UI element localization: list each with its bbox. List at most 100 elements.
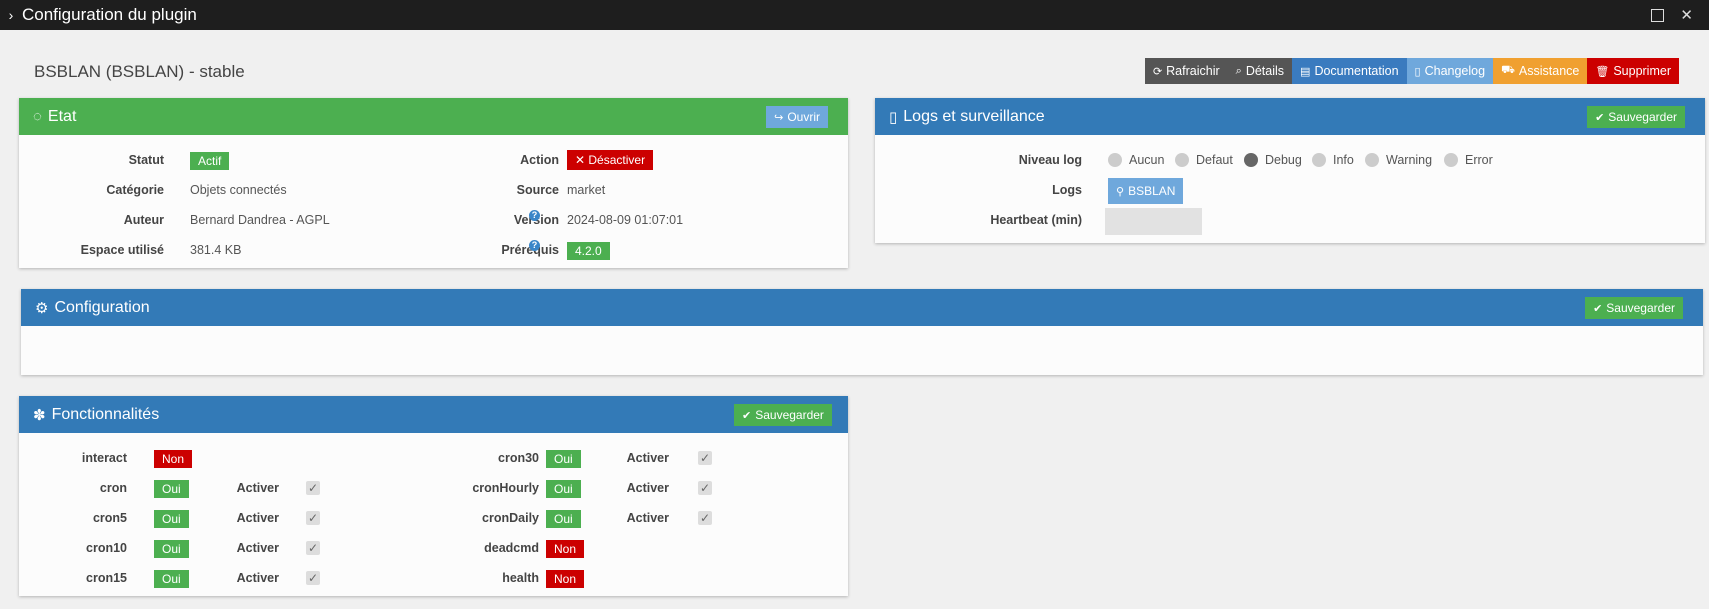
log-level-label: Error [1465,153,1493,167]
puzzle-icon: ✽ [33,406,46,424]
activer-checkbox[interactable]: ✓ [306,541,320,555]
window-titlebar: › Configuration du plugin ✕ [0,0,1709,30]
feature-name: deadcmd [484,541,539,555]
activer-checkbox[interactable]: ✓ [306,571,320,585]
feature-name: cronHourly [472,481,539,495]
activer-label: Activer [626,511,669,525]
logs-label: Logs [1052,183,1082,197]
etat-panel-header: ◌ Etat ↪ Ouvrir [19,98,848,135]
refresh-icon: ⟳ [1152,65,1163,78]
activer-label: Activer [236,511,279,525]
activer-label: Activer [626,451,669,465]
feature-status-badge: Non [154,450,193,468]
categorie-label: Catégorie [106,183,164,197]
fonctionnalites-panel: ✽ Fonctionnalités ✔ Sauvegarder interact … [19,396,848,596]
ambulance-icon: ⛟ [1501,64,1515,76]
window-controls: ✕ [1651,0,1709,30]
help-icon[interactable]: ? [529,240,540,251]
feature-name: cron15 [86,571,127,585]
fonctionnalites-panel-header: ✽ Fonctionnalités ✔ Sauvegarder [19,396,848,433]
fonctionnalites-title: Fonctionnalités [51,405,160,423]
configuration-panel: ⚙ Configuration ✔ Sauvegarder [21,289,1703,375]
activer-checkbox[interactable]: ✓ [698,481,712,495]
auteur-value: Bernard Dandrea - AGPL [190,213,330,227]
spinner-icon: ◌ [33,108,42,125]
logs-title: Logs et surveillance [903,107,1045,125]
maximize-icon[interactable] [1651,8,1665,22]
activer-checkbox[interactable]: ✓ [306,511,320,525]
feature-status-badge: Oui [154,540,189,558]
statut-label: Statut [128,153,164,167]
prerequis-badge: 4.2.0 [567,242,610,260]
activer-checkbox[interactable]: ✓ [698,511,712,525]
log-level-defaut-radio[interactable] [1175,153,1189,167]
espace-value: 381.4 KB [190,243,242,257]
close-icon[interactable]: ✕ [1680,6,1693,24]
feature-status-badge: Oui [154,570,189,588]
log-level-debug-radio[interactable] [1244,153,1258,167]
configuration-panel-header: ⚙ Configuration ✔ Sauvegarder [21,289,1703,326]
plugin-toolbar: ⟳ Rafraichir ⌕ Détails ▤ Documentation ▯ Cha… [1144,58,1679,84]
details-button[interactable]: ⌕ Détails [1227,58,1293,84]
assistance-button[interactable]: ⛟ Assistance [1493,58,1588,84]
activer-label: Activer [626,481,669,495]
open-button[interactable]: ↪ Ouvrir [766,106,828,128]
niveau-log-label: Niveau log [1018,153,1082,167]
documentation-button[interactable]: ▤ Documentation [1292,58,1407,84]
log-level-warning-radio[interactable] [1365,153,1379,167]
share-icon: ↪ [774,111,784,124]
file-icon: ▯ [1414,65,1421,78]
log-level-label: Debug [1265,153,1302,167]
book-icon: ▤ [1300,65,1311,78]
version-value: 2024-08-09 01:07:01 [567,213,684,227]
source-label: Source [516,183,559,197]
feature-status-badge: Oui [546,510,581,528]
page-title: BSBLAN (BSBLAN) - stable [34,62,245,81]
search-icon: ⌕ [1235,64,1242,77]
feature-status-badge: Non [546,540,585,558]
trash-icon: 🗑 [1595,65,1610,78]
feature-status-badge: Oui [154,480,189,498]
heartbeat-label: Heartbeat (min) [990,213,1082,227]
log-level-error-radio[interactable] [1444,153,1458,167]
log-level-aucun-radio[interactable] [1108,153,1122,167]
feature-status-badge: Non [546,570,585,588]
check-circle-icon: ✔ [1595,111,1605,124]
delete-button[interactable]: 🗑 Supprimer [1587,58,1679,84]
refresh-button[interactable]: ⟳ Rafraichir [1144,58,1228,84]
activer-label: Activer [236,541,279,555]
auteur-label: Auteur [123,213,164,227]
log-level-info-radio[interactable] [1312,153,1326,167]
activer-checkbox[interactable]: ✓ [698,451,712,465]
fonctionnalites-save-button[interactable]: ✔ Sauvegarder [734,404,832,426]
source-value: market [567,183,606,197]
configuration-save-button[interactable]: ✔ Sauvegarder [1585,297,1683,319]
configuration-title: Configuration [54,298,150,316]
categorie-value: Objets connectés [190,183,287,197]
feature-status-badge: Oui [546,450,581,468]
heartbeat-input[interactable] [1105,208,1202,235]
etat-panel: ◌ Etat ↪ Ouvrir Statut Actif Catégorie Ob… [19,98,848,268]
feature-name: health [502,571,539,585]
changelog-button[interactable]: ▯ Changelog [1406,58,1494,84]
deactivate-button[interactable]: ✕ Désactiver [567,150,654,170]
gears-icon: ⚙ [35,299,49,317]
log-level-label: Aucun [1129,153,1165,167]
bsblan-log-button[interactable]: ⚲ BSBLAN [1108,178,1184,204]
file-icon: ▯ [889,108,898,126]
x-icon: ✕ [575,153,589,167]
feature-name: cronDaily [482,511,539,525]
window-title: Configuration du plugin [22,5,197,24]
logs-save-button[interactable]: ✔ Sauvegarder [1587,106,1685,128]
chevron-right-icon[interactable]: › [2,7,20,23]
feature-name: cron30 [498,451,539,465]
feature-name: cron10 [86,541,127,555]
logs-panel-header: ▯ Logs et surveillance ✔ Sauvegarder [875,98,1705,135]
feature-status-badge: Oui [154,510,189,528]
feature-name: cron [99,481,127,495]
feature-name: interact [81,451,127,465]
activer-label: Activer [236,481,279,495]
log-level-label: Info [1333,153,1354,167]
help-icon[interactable]: ? [529,210,540,221]
activer-checkbox[interactable]: ✓ [306,481,320,495]
